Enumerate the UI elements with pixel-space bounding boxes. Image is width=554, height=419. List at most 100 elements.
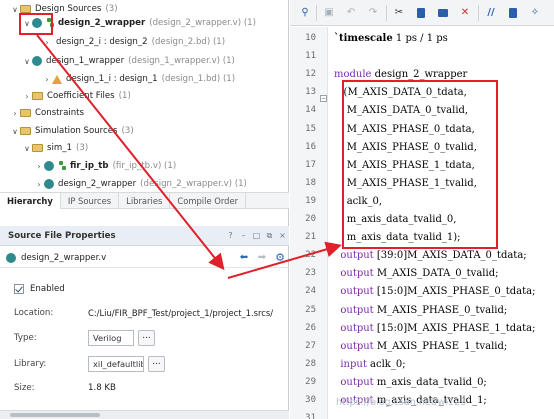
tree-item-design-1-i[interactable]: › design_1_i : design_1 (design_1.bd) (1… (42, 70, 236, 88)
template-icon[interactable] (506, 6, 520, 20)
paste-icon[interactable] (436, 6, 450, 20)
chevron-right-icon[interactable]: › (34, 162, 44, 171)
chevron-right-icon[interactable]: › (42, 75, 52, 84)
line-number: 23 (305, 268, 316, 279)
source-file-properties-header: Source File Properties ? – □ ⧉ × (0, 226, 289, 246)
selected-file-row: design_2_wrapper.v ⬅ ➡ ⚙ (0, 248, 289, 268)
tree-item-file: (design_2.bd) (1) (151, 37, 226, 47)
tab-libraries[interactable]: Libraries (119, 193, 171, 209)
library-label: Library: (14, 359, 47, 369)
scrollbar-thumb[interactable] (10, 413, 100, 417)
tree-item-sim-design-2-wrapper[interactable]: › design_2_wrapper (design_2_wrapper.v) … (34, 175, 247, 190)
restore-icon[interactable]: □ (250, 231, 263, 240)
line-number: 10 (305, 33, 316, 43)
close-icon[interactable]: × (276, 231, 289, 240)
line-number: 27 (305, 340, 316, 351)
tree-item-label: Constraints (35, 108, 85, 118)
delete-icon[interactable]: ✕ (458, 6, 472, 20)
tree-item-design-2-i[interactable]: › design_2_i : design_2 (design_2.bd) (1… (42, 33, 226, 51)
maximize-icon[interactable]: ⧉ (263, 231, 276, 241)
chevron-right-icon[interactable]: › (22, 92, 32, 101)
bulb-icon[interactable]: ✧ (528, 6, 542, 20)
cut-icon[interactable]: ✂ (392, 6, 406, 20)
watermark: https://blog.csdn.net/wl123 (336, 397, 467, 408)
enabled-checkbox[interactable] (14, 284, 24, 294)
size-row: Size: 1.8 KB (0, 377, 289, 399)
warning-icon (52, 74, 62, 84)
code-token: aclk_0; (366, 358, 406, 370)
tree-item-design-2-wrapper[interactable]: ∨ design_2_wrapper (design_2_wrapper.v) … (22, 14, 256, 32)
undo-icon[interactable]: ↶ (344, 6, 358, 20)
type-label: Type: (14, 333, 37, 343)
code-line: `timescale 1 ps / 1 ps (334, 33, 448, 44)
save-icon[interactable]: ▣ (322, 6, 336, 20)
library-field[interactable]: xil_defaultlib (88, 356, 144, 372)
library-browse-button[interactable]: ... (148, 356, 165, 372)
type-field[interactable]: Verilog (88, 330, 134, 346)
tree-item-count: (1) (118, 91, 131, 101)
tree-item-design-1-wrapper[interactable]: ∨ design_1_wrapper (design_1_wrapper.v) … (22, 52, 235, 70)
tab-ip-sources[interactable]: IP Sources (61, 193, 120, 209)
code-token: [15:0]M_AXIS_PHASE_1_tdata; (373, 322, 536, 334)
line-number: 12 (305, 69, 316, 80)
tree-item-label: design_1_wrapper (46, 56, 125, 66)
tree-item-label: design_2_i : design_2 (56, 37, 148, 47)
line-number: 11 (305, 51, 316, 62)
tree-item-label: Simulation Sources (35, 126, 118, 136)
line-number: 19 (305, 195, 316, 206)
code-token: `timescale (334, 33, 393, 44)
chevron-down-icon[interactable]: ∨ (10, 127, 20, 136)
horizontal-scrollbar[interactable] (0, 410, 289, 419)
line-number: 21 (305, 232, 316, 243)
tree-item-constraints[interactable]: › Constraints (10, 104, 85, 122)
location-row: Location: C:/Liu/FIR_BPF_Test/project_1/… (0, 302, 289, 324)
comment-icon[interactable]: // (484, 6, 498, 20)
forward-arrow-icon[interactable]: ➡ (253, 252, 271, 263)
folder-icon (20, 5, 31, 13)
chevron-right-icon[interactable]: › (42, 38, 52, 47)
type-browse-button[interactable]: ... (138, 330, 155, 346)
tree-item-file: (design_2_wrapper.v) (1) (149, 18, 257, 28)
chevron-down-icon[interactable]: ∨ (22, 57, 32, 66)
chevron-down-icon[interactable]: ∨ (22, 144, 32, 153)
fold-toggle-icon[interactable]: − (320, 95, 327, 102)
tab-hierarchy[interactable]: Hierarchy (0, 193, 61, 209)
keyword-token: module (334, 69, 372, 81)
code-line: input aclk_0; (334, 358, 406, 370)
tab-compile-order[interactable]: Compile Order (170, 193, 247, 209)
tree-item-count: (3) (121, 126, 134, 136)
chevron-right-icon[interactable]: › (34, 180, 44, 189)
code-token: M_AXIS_PHASE_0_tvalid; (373, 304, 508, 316)
folder-icon (32, 144, 43, 152)
type-row: Type: Verilog ... (0, 327, 289, 349)
back-arrow-icon[interactable]: ⬅ (235, 252, 253, 263)
keyword-token: input (334, 358, 367, 370)
tree-item-sim-1[interactable]: ∨ sim_1 (3) (22, 139, 88, 157)
tree-item-count: (3) (76, 143, 89, 153)
size-label: Size: (14, 383, 35, 393)
tree-item-simulation-sources[interactable]: ∨ Simulation Sources (3) (10, 122, 134, 140)
enabled-row: Enabled (0, 278, 289, 300)
code-line: output [15:0]M_AXIS_PHASE_1_tdata; (334, 323, 535, 334)
code-token: 1 ps / 1 ps (392, 33, 448, 44)
chevron-right-icon[interactable]: › (10, 109, 20, 118)
panel-title: Source File Properties (8, 230, 116, 241)
copy-icon[interactable] (414, 6, 428, 20)
code-line: output M_AXIS_DATA_0_tvalid; (334, 268, 498, 279)
tree-item-fir-ip-tb[interactable]: › fir_ip_tb (fir_ip_tb.v) (1) (34, 157, 176, 175)
help-icon[interactable]: ? (224, 231, 237, 240)
line-number: 16 (305, 141, 316, 152)
search-icon[interactable]: ⚲ (298, 6, 312, 20)
keyword-token: output (334, 376, 374, 388)
enabled-label: Enabled (30, 284, 65, 294)
line-number: 30 (305, 395, 316, 405)
redo-icon[interactable]: ↷ (366, 6, 380, 20)
verilog-source-icon (44, 179, 54, 189)
code-line: module design_2_wrapper (334, 69, 467, 80)
gear-icon[interactable]: ⚙ (271, 251, 289, 264)
code-token: m_axis_data_tvalid_0; (373, 376, 487, 388)
minimize-icon[interactable]: – (237, 231, 250, 240)
tree-item-file: (fir_ip_tb.v) (1) (112, 161, 177, 171)
line-number: 29 (305, 376, 316, 387)
tree-item-coefficient-files[interactable]: › Coefficient Files (1) (22, 87, 131, 105)
